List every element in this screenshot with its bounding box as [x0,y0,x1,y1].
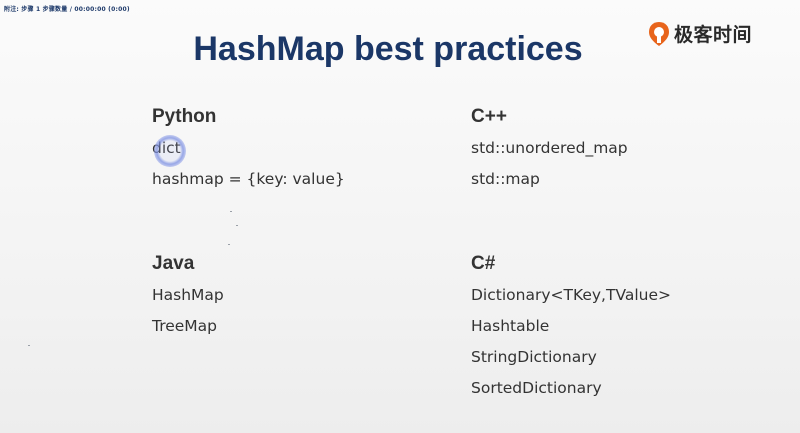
presentation-screen: 附注: 步骤 1 步骤数量 / 00:00:00 (0:00) 极客时间 Has… [0,0,800,433]
section-java: Java HashMap TreeMap [152,253,224,346]
speck [28,345,30,346]
list-item: TreeMap [152,317,218,335]
section-heading: Java [152,253,195,274]
list-item: Dictionary<TKey,TValue> [471,286,672,304]
section-csharp: C# Dictionary<TKey,TValue> Hashtable Str… [471,253,671,408]
list-item: Hashtable [471,317,550,335]
list-item: HashMap [152,286,224,304]
list-item: std::unordered_map [471,139,628,157]
section-heading: C# [471,253,496,274]
section-cpp: C++ std::unordered_map std::map [471,106,628,199]
speck [228,244,230,245]
speck [230,211,232,212]
section-heading: C++ [471,106,507,127]
list-item: SortedDictionary [471,379,602,397]
slide-title: HashMap best practices [193,30,583,68]
list-item: dict [152,139,181,157]
list-item: hashmap = {key: value} [152,170,345,188]
section-python: Python dict hashmap = {key: value} [152,106,345,199]
list-item: StringDictionary [471,348,597,366]
list-item: std::map [471,170,540,188]
section-heading: Python [152,106,217,127]
recording-info-bar: 附注: 步骤 1 步骤数量 / 00:00:00 (0:00) [4,6,130,13]
speck [236,225,238,226]
